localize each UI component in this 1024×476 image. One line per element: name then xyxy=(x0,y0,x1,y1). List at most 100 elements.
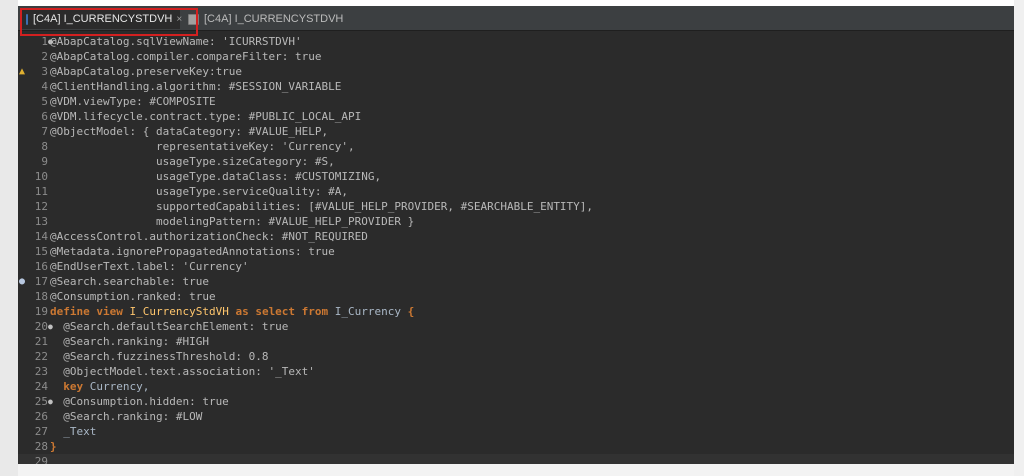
right-margin xyxy=(1014,0,1024,476)
code-text: @AbapCatalog.preserveKey:true xyxy=(50,65,243,78)
code-line[interactable]: 5 @VDM.viewType: #COMPOSITE xyxy=(18,94,1014,109)
code-line[interactable]: 9 usageType.sizeCategory: #S, xyxy=(18,154,1014,169)
code-text: @Consumption.ranked: true xyxy=(50,290,216,303)
code-text: @EndUserText.label: 'Currency' xyxy=(50,260,249,273)
line-number: 29 xyxy=(34,455,48,464)
code-editor[interactable]: 1 ● @AbapCatalog.sqlViewName: 'ICURRSTDVH'… xyxy=(18,31,1014,464)
code-text: @Metadata.ignorePropagatedAnnotations: t… xyxy=(50,245,335,258)
code-token: define view xyxy=(50,305,130,318)
line-number: 25 xyxy=(34,395,48,408)
line-number: 26 xyxy=(34,410,48,423)
code-text: @AbapCatalog.sqlViewName: 'ICURRSTDVH' xyxy=(50,35,302,48)
bottom-margin xyxy=(18,464,1014,476)
code-line[interactable]: 3 ▲ @AbapCatalog.preserveKey:true xyxy=(18,64,1014,79)
code-text: @VDM.lifecycle.contract.type: #PUBLIC_LO… xyxy=(50,110,362,123)
code-line[interactable]: 17 ● @Search.searchable: true xyxy=(18,274,1014,289)
line-number: 21 xyxy=(34,335,48,348)
code-text: modelingPattern: #VALUE_HELP_PROVIDER } xyxy=(50,215,415,228)
code-line[interactable]: 2 @AbapCatalog.compiler.compareFilter: tr… xyxy=(18,49,1014,64)
code-line[interactable]: 11 usageType.serviceQuality: #A, xyxy=(18,184,1014,199)
code-text: @Consumption.hidden: true xyxy=(50,395,229,408)
line-number: 12 xyxy=(34,200,48,213)
code-text: } xyxy=(50,440,57,453)
code-text: @ObjectModel.text.association: '_Text' xyxy=(50,365,315,378)
line-number: 7 xyxy=(41,125,48,138)
code-line[interactable]: 14 @AccessControl.authorizationCheck: #NO… xyxy=(18,229,1014,244)
tab-active[interactable]: [C4A] I_CURRENCYSTDVH × xyxy=(22,9,182,29)
tab-bar: [C4A] I_CURRENCYSTDVH × [C4A] I_CURRENCY… xyxy=(18,6,1014,31)
code-text: key Currency, xyxy=(50,379,149,394)
code-text: usageType.dataClass: #CUSTOMIZING, xyxy=(50,170,382,183)
code-line[interactable]: 24 key Currency, xyxy=(18,379,1014,394)
code-line[interactable]: 10 usageType.dataClass: #CUSTOMIZING, xyxy=(18,169,1014,184)
code-line[interactable]: 26 @Search.ranking: #LOW xyxy=(18,409,1014,424)
change-marker-icon[interactable]: ● xyxy=(18,274,28,289)
tab-inactive[interactable]: [C4A] I_CURRENCYSTDVH xyxy=(184,9,384,29)
code-text: @VDM.viewType: #COMPOSITE xyxy=(50,95,216,108)
code-text: define view I_CurrencyStdVH as select fr… xyxy=(50,304,414,319)
line-number: 4 xyxy=(41,80,48,93)
cds-file-icon xyxy=(188,13,199,25)
code-line[interactable]: 25 ● @Consumption.hidden: true xyxy=(18,394,1014,409)
line-number: 14 xyxy=(34,230,48,243)
line-number: 8 xyxy=(41,140,48,153)
line-number: 27 xyxy=(34,425,48,438)
code-token: I_Currency xyxy=(334,305,402,318)
left-margin xyxy=(0,0,18,476)
code-text: @Search.searchable: true xyxy=(50,275,209,288)
code-line[interactable]: 27 _Text xyxy=(18,424,1014,439)
code-text: @ClientHandling.algorithm: #SESSION_VARI… xyxy=(50,80,342,93)
code-line[interactable]: 21 @Search.ranking: #HIGH xyxy=(18,334,1014,349)
code-token: I_CurrencyStdVH xyxy=(129,305,229,318)
line-number: 5 xyxy=(41,95,48,108)
code-token: Currency, xyxy=(89,380,150,393)
tab-label: [C4A] I_CURRENCYSTDVH xyxy=(204,13,344,25)
line-number: 16 xyxy=(34,260,48,273)
code-line[interactable]: 1 ● @AbapCatalog.sqlViewName: 'ICURRSTDVH' xyxy=(18,34,1014,49)
code-line[interactable]: 22 @Search.fuzzinessThreshold: 0.8 xyxy=(18,349,1014,364)
code-line[interactable]: 20 ● @Search.defaultSearchElement: true xyxy=(18,319,1014,334)
code-line[interactable]: 4 @ClientHandling.algorithm: #SESSION_VAR… xyxy=(18,79,1014,94)
close-icon[interactable]: × xyxy=(176,14,182,25)
code-text: @Search.ranking: #HIGH xyxy=(50,335,209,348)
line-number: 19 xyxy=(34,305,48,318)
line-number: 6 xyxy=(41,110,48,123)
code-line[interactable]: 19 define view I_CurrencyStdVH as select … xyxy=(18,304,1014,319)
code-line[interactable]: 8 representativeKey: 'Currency', xyxy=(18,139,1014,154)
code-text: usageType.serviceQuality: #A, xyxy=(50,185,349,198)
code-line[interactable]: 15 @Metadata.ignorePropagatedAnnotations:… xyxy=(18,244,1014,259)
tab-label: [C4A] I_CURRENCYSTDVH xyxy=(33,13,173,25)
code-line[interactable]: 12 supportedCapabilities: [#VALUE_HELP_P… xyxy=(18,199,1014,214)
code-line[interactable]: 18 @Consumption.ranked: true xyxy=(18,289,1014,304)
code-line[interactable]: 23 @ObjectModel.text.association: '_Text… xyxy=(18,364,1014,379)
code-line[interactable]: 28} xyxy=(18,439,1014,454)
code-line[interactable]: 29 xyxy=(18,454,1014,464)
code-line[interactable]: 7 @ObjectModel: { dataCategory: #VALUE_HE… xyxy=(18,124,1014,139)
line-number: 10 xyxy=(34,170,48,183)
code-text: @AccessControl.authorizationCheck: #NOT_… xyxy=(50,230,368,243)
code-text: _Text xyxy=(50,425,97,438)
code-line[interactable]: 6 @VDM.lifecycle.contract.type: #PUBLIC_L… xyxy=(18,109,1014,124)
code-text: representativeKey: 'Currency', xyxy=(50,140,355,153)
line-number: 1 xyxy=(41,35,48,48)
code-token: key xyxy=(50,380,90,393)
line-number: 20 xyxy=(34,320,48,333)
code-token: { xyxy=(401,305,415,318)
warning-icon[interactable]: ▲ xyxy=(18,64,28,79)
code-text: @ObjectModel: { dataCategory: #VALUE_HEL… xyxy=(50,125,329,138)
line-number: 15 xyxy=(34,245,48,258)
line-number: 11 xyxy=(34,185,48,198)
code-text: usageType.sizeCategory: #S, xyxy=(50,155,335,168)
code-text: @Search.fuzzinessThreshold: 0.8 xyxy=(50,350,269,363)
cds-file-icon xyxy=(26,13,28,25)
code-line[interactable]: 16 @EndUserText.label: 'Currency' xyxy=(18,259,1014,274)
line-number: 24 xyxy=(34,380,48,393)
code-text: supportedCapabilities: [#VALUE_HELP_PROV… xyxy=(50,200,594,213)
code-token: as select from xyxy=(228,305,335,318)
line-number: 13 xyxy=(34,215,48,228)
code-text: @AbapCatalog.compiler.compareFilter: tru… xyxy=(50,50,322,63)
code-text: @Search.ranking: #LOW xyxy=(50,410,203,423)
line-number: 23 xyxy=(34,365,48,378)
code-line[interactable]: 13 modelingPattern: #VALUE_HELP_PROVIDER… xyxy=(18,214,1014,229)
line-number: 22 xyxy=(34,350,48,363)
